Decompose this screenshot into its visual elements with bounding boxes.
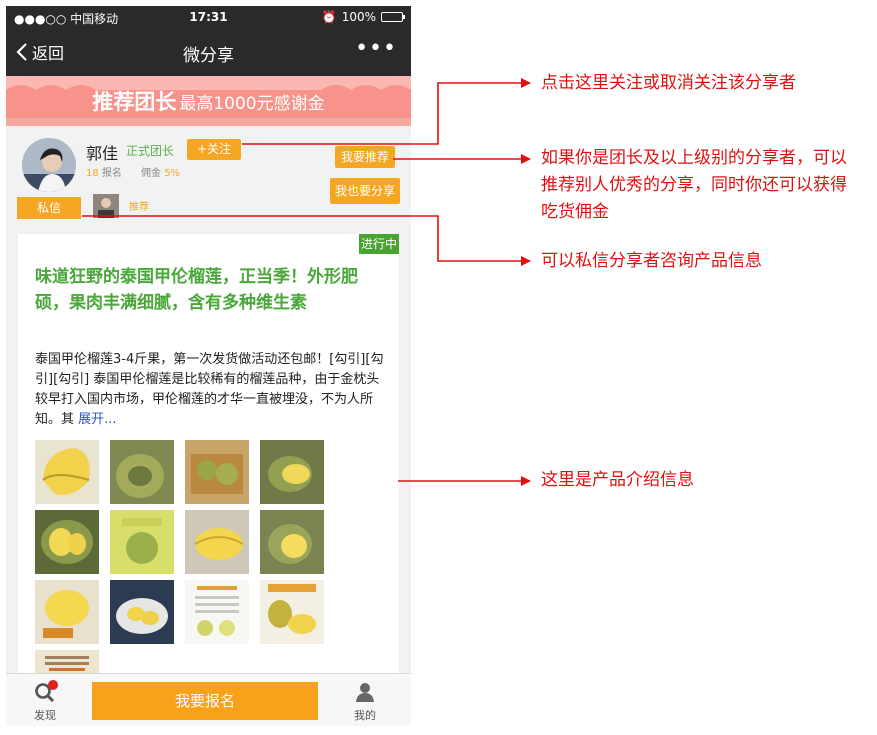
- notification-dot: [48, 680, 58, 690]
- annotation-private-message: 可以私信分享者咨询产品信息: [541, 251, 762, 271]
- product-image[interactable]: [260, 510, 324, 574]
- expand-link[interactable]: 展开...: [78, 412, 116, 427]
- product-image[interactable]: [185, 510, 249, 574]
- battery-percent: 100%: [341, 10, 376, 24]
- leader-badge: 正式团长: [126, 144, 175, 158]
- alarm-icon: ⏰: [321, 10, 337, 24]
- signup-count: 18: [86, 168, 99, 179]
- recommender-label: 推荐: [129, 202, 149, 213]
- nav-bar: 返回 微分享 •••: [6, 28, 411, 76]
- banner-sub-text: 最高1000元感谢金: [179, 94, 325, 114]
- private-message-button[interactable]: 私信: [17, 197, 81, 219]
- recommender-avatar[interactable]: [93, 194, 119, 218]
- commission-value: 5%: [164, 168, 181, 179]
- signup-button[interactable]: 我要报名: [92, 682, 318, 720]
- banner-main-text: 推荐团长: [92, 90, 177, 114]
- annotation-product-info: 这里是产品介绍信息: [541, 470, 694, 490]
- product-card[interactable]: 进行中 味道狂野的泰国甲伦榴莲，正当季！外形肥硕，果肉丰满细腻，含有多种维生素 …: [18, 234, 399, 684]
- battery-icon: [381, 12, 405, 22]
- user-icon: [356, 683, 374, 702]
- product-image[interactable]: [185, 580, 249, 644]
- annotation-recommend: 如果你是团长及以上级别的分享者，可以推荐别人优秀的分享，同时你还可以获得吃货佣金: [541, 148, 847, 222]
- status-bar: ●●●○○ 中国移动 17:31 ⏰ 100%: [6, 6, 411, 28]
- product-image[interactable]: [110, 440, 174, 504]
- commission-label: 佣金: [141, 168, 161, 179]
- signup-label: 报名: [101, 168, 122, 179]
- avatar[interactable]: [22, 138, 76, 192]
- avatar-photo: [22, 138, 76, 192]
- follow-button[interactable]: +关注: [187, 139, 241, 160]
- product-image[interactable]: [260, 440, 324, 504]
- product-image[interactable]: [260, 580, 324, 644]
- tab-discover[interactable]: 发现: [28, 680, 62, 723]
- page-title: 微分享: [183, 46, 234, 66]
- phone-screen: ●●●○○ 中国移动 17:31 ⏰ 100% 返回 微分享 ••• 推荐团长最…: [6, 6, 411, 726]
- product-image[interactable]: [35, 580, 99, 644]
- tab-discover-label: 发现: [34, 709, 56, 722]
- share-too-button[interactable]: 我也要分享: [330, 178, 400, 204]
- product-image[interactable]: [35, 440, 99, 504]
- banner-text: 推荐团长 最高1000元感谢金: [6, 86, 411, 116]
- product-description: 泰国甲伦榴莲3-4斤果，第一次发货做活动还包邮！[勾引][勾引][勾引] 泰国甲…: [35, 350, 385, 430]
- image-grid: [35, 440, 345, 644]
- sharer-stats: 18 报名 佣金 5%: [86, 164, 180, 179]
- bottom-tab-bar: 发现 我要报名 我的: [6, 673, 411, 726]
- product-image[interactable]: [110, 580, 174, 644]
- recommend-button[interactable]: 我要推荐: [335, 146, 395, 168]
- product-image[interactable]: [35, 510, 99, 574]
- search-icon: [34, 680, 58, 703]
- status-right: ⏰ 100%: [321, 10, 405, 24]
- sharer-name: 郭佳: [86, 144, 119, 163]
- recommend-banner[interactable]: 推荐团长 最高1000元感谢金: [6, 76, 411, 126]
- tab-mine-label: 我的: [354, 709, 376, 722]
- more-button[interactable]: •••: [355, 36, 397, 61]
- sharer-profile: 郭佳 正式团长 +关注 18 报名 佣金 5% 我要推荐 我也要分享 私信 推荐: [6, 126, 411, 226]
- annotation-follow: 点击这里关注或取消关注该分享者: [541, 73, 796, 93]
- product-image[interactable]: [110, 510, 174, 574]
- product-title: 味道狂野的泰国甲伦榴莲，正当季！外形肥硕，果肉丰满细腻，含有多种维生素: [35, 267, 358, 313]
- tab-mine[interactable]: 我的: [348, 682, 382, 723]
- product-image[interactable]: [185, 440, 249, 504]
- status-badge: 进行中: [359, 234, 399, 254]
